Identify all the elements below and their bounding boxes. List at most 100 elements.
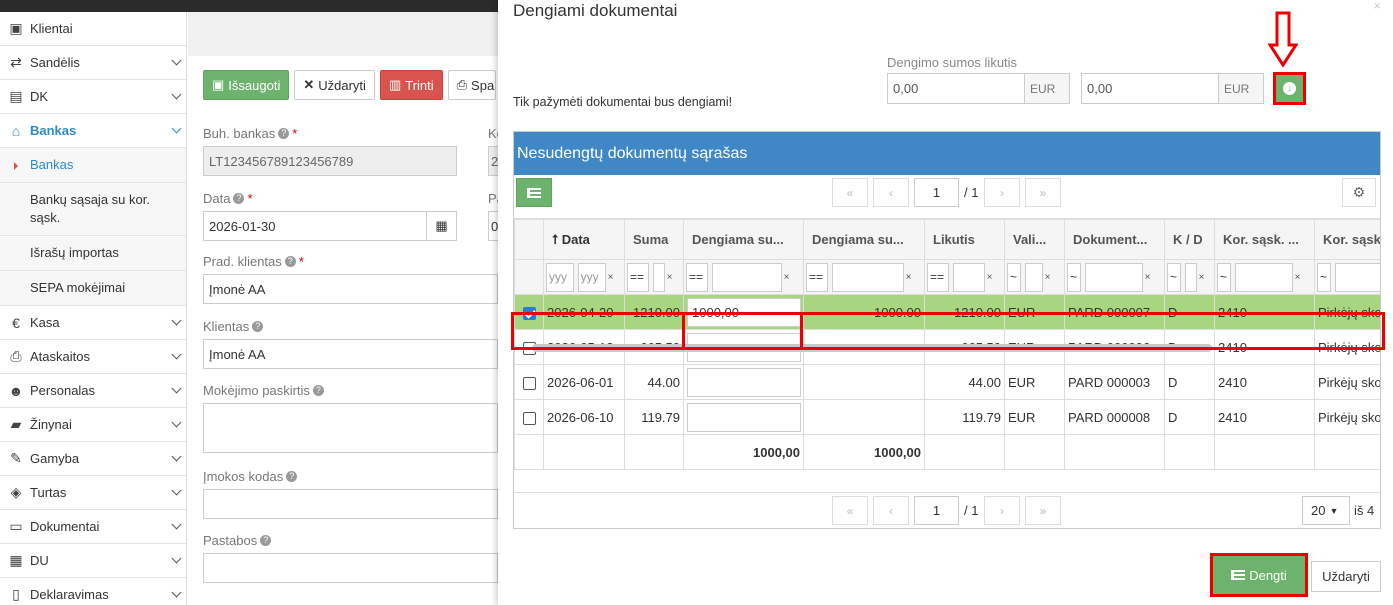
col-header-kor-sask[interactable]: Kor. sąsk. ... [1214, 219, 1315, 260]
col-header-dengiama2[interactable]: Dengiama su... [803, 219, 925, 260]
sidebar-item-zinynai[interactable]: ▰ Žinynai [0, 408, 186, 442]
help-icon[interactable]: ? [284, 255, 296, 267]
apply-sum-button[interactable]: ↓ [1273, 72, 1306, 105]
sidebar-item-dk[interactable]: ▤ DK [0, 80, 186, 114]
sidebar-item-gamyba[interactable]: ✎ Gamyba [0, 442, 186, 476]
next-page-button[interactable]: › [984, 178, 1020, 207]
filter-operator[interactable]: == [927, 262, 949, 292]
prev-page-button[interactable]: ‹ [873, 178, 909, 207]
filter-input[interactable] [1334, 262, 1380, 292]
sidebar-item-dokumentai[interactable]: ▭ Dokumentai [0, 510, 186, 544]
sidebar-item-kasa[interactable]: € Kasa [0, 306, 186, 340]
filter-operator[interactable]: == [806, 262, 828, 292]
filter-input[interactable] [1084, 262, 1143, 292]
filter-operator[interactable]: ~ [1217, 262, 1231, 292]
dengiama-input[interactable] [687, 367, 801, 397]
clear-filter-icon[interactable]: × [784, 272, 790, 283]
filter-input[interactable] [711, 262, 782, 292]
col-header-suma[interactable]: Suma [624, 219, 684, 260]
next-page-button[interactable]: › [984, 496, 1020, 525]
sidebar-item-du[interactable]: ▦ DU [0, 544, 186, 578]
table-row[interactable]: 2026-06-10 119.79 119.79 EUR PARD 000008… [514, 399, 1380, 435]
help-icon[interactable]: ? [286, 470, 298, 482]
filter-date-to[interactable]: yyy [577, 262, 606, 292]
filter-input[interactable] [952, 262, 985, 292]
page-input[interactable]: 1 [914, 496, 959, 525]
clear-filter-icon[interactable]: × [906, 272, 912, 283]
sidebar-item-klientai[interactable]: ▣ Klientai [0, 12, 186, 46]
col-header-dengiama1[interactable]: Dengiama su... [683, 219, 804, 260]
sidebar-item-personalas[interactable]: ☻ Personalas [0, 374, 186, 408]
modal-close-icon[interactable]: × [1373, 0, 1381, 13]
table-row[interactable]: 2026-06-01 44.00 44.00 EUR PARD 000003 D… [514, 364, 1380, 400]
help-icon[interactable]: ? [278, 127, 290, 139]
help-icon[interactable]: ? [233, 192, 245, 204]
first-page-button[interactable]: « [832, 178, 868, 207]
sidebar-item-turtas[interactable]: ◈ Turtas [0, 476, 186, 510]
klientas-input[interactable]: Įmonė AA [203, 339, 498, 369]
clear-filter-icon[interactable]: × [1145, 272, 1151, 283]
row-checkbox[interactable] [522, 411, 536, 425]
sidebar-item-deklaravimas[interactable]: ▯ Deklaravimas [0, 578, 186, 605]
col-header-valiuta[interactable]: Vali... [1004, 219, 1065, 260]
filter-input[interactable] [1234, 262, 1293, 292]
help-icon[interactable]: ? [260, 534, 272, 546]
filter-operator[interactable]: ~ [1317, 262, 1331, 292]
sidebar-subitem-israsu-importas[interactable]: Išrašų importas [0, 236, 186, 271]
sidebar-subitem-bankas[interactable]: Bankas [0, 148, 186, 183]
paskirtis-textarea[interactable] [203, 403, 498, 453]
sum-input-2[interactable]: 0,00 EUR [1081, 73, 1264, 104]
col-header-dokumentas[interactable]: Dokument... [1064, 219, 1165, 260]
row-checkbox[interactable] [522, 306, 536, 320]
filter-operator[interactable]: == [686, 262, 708, 292]
col-header-likutis[interactable]: Likutis [924, 219, 1005, 260]
gear-icon[interactable]: ⚙ [1342, 178, 1376, 207]
sidebar-item-sandelis[interactable]: ⇄ Sandėlis [0, 46, 186, 80]
col-header-kor-sask-2[interactable]: Kor. sąsk [1314, 219, 1380, 260]
filter-operator[interactable]: ~ [1167, 262, 1181, 292]
horizontal-scrollbar[interactable] [532, 344, 1212, 352]
table-row[interactable]: 2026-04-20 1210.00 1000,00 1000.00 1210.… [514, 294, 1380, 330]
sum-input-1[interactable]: 0,00 EUR [887, 73, 1070, 104]
filter-operator[interactable]: ~ [1007, 262, 1021, 292]
page-size-select[interactable]: 20 ▼ [1302, 496, 1350, 525]
imokos-input[interactable] [203, 489, 498, 519]
dengiama-input[interactable]: 1000,00 [687, 297, 801, 327]
help-icon[interactable]: ? [312, 384, 324, 396]
select-all-button[interactable] [516, 178, 552, 207]
clear-filter-icon[interactable]: × [608, 272, 614, 283]
sidebar-item-bankas[interactable]: ⌂ Bankas [0, 114, 186, 148]
delete-button[interactable]: ▥ Trinti [379, 70, 443, 100]
filter-operator[interactable]: ~ [1067, 262, 1081, 292]
buh-bankas-input[interactable]: LT123456789123456789 [203, 146, 457, 176]
save-button[interactable]: ▣ Išsaugoti [203, 70, 290, 100]
clear-filter-icon[interactable]: × [1295, 272, 1301, 283]
clear-filter-icon[interactable]: × [1199, 272, 1205, 283]
dengti-button[interactable]: Dengti [1210, 553, 1308, 597]
prev-page-button[interactable]: ‹ [873, 496, 909, 525]
prad-klientas-input[interactable]: Įmonė AA [203, 274, 498, 304]
filter-input[interactable] [1184, 262, 1197, 292]
col-header-kd[interactable]: K / D [1164, 219, 1215, 260]
data-input[interactable]: 2026-01-30 [203, 211, 427, 241]
last-page-button[interactable]: » [1025, 496, 1061, 525]
filter-input[interactable] [652, 262, 665, 292]
sidebar-subitem-sepa[interactable]: SEPA mokėjimai [0, 271, 186, 306]
close-modal-button[interactable]: Uždaryti [1311, 561, 1381, 592]
filter-operator[interactable]: == [627, 262, 649, 292]
sidebar-subitem-banku-sasaja[interactable]: Bankų sąsaja su kor. sąsk. [0, 183, 186, 236]
row-checkbox[interactable] [522, 376, 536, 390]
page-input[interactable]: 1 [914, 178, 959, 207]
filter-input[interactable] [831, 262, 904, 292]
sidebar-item-ataskaitos[interactable]: ⎙ Ataskaitos [0, 340, 186, 374]
close-form-button[interactable]: ✕ Uždaryti [294, 70, 375, 100]
clear-filter-icon[interactable]: × [1045, 272, 1051, 283]
clear-filter-icon[interactable]: × [987, 272, 993, 283]
calendar-icon[interactable]: ▦ [427, 211, 457, 241]
clear-filter-icon[interactable]: × [667, 272, 673, 283]
filter-date-from[interactable]: yyy [546, 262, 574, 292]
first-page-button[interactable]: « [832, 496, 868, 525]
last-page-button[interactable]: » [1025, 178, 1061, 207]
help-icon[interactable]: ? [252, 320, 264, 332]
filter-input[interactable] [1024, 262, 1043, 292]
